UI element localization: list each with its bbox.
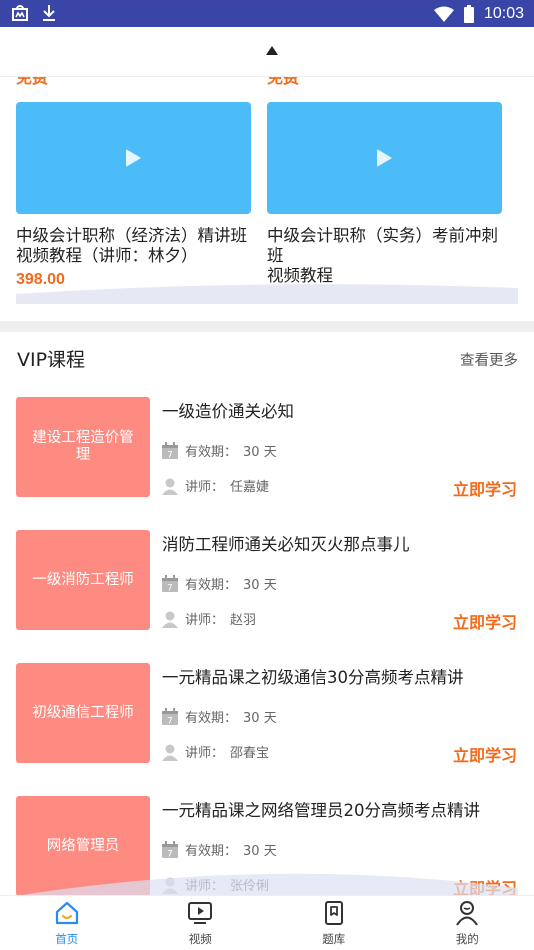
- course-title: 中级会计职称（实务）考前冲刺班 视频教程: [267, 226, 502, 286]
- profile-icon: [454, 900, 480, 926]
- free-course-card[interactable]: 中级会计职称（经济法）精讲班 视频教程（讲师：林夕） 398.00: [16, 102, 251, 289]
- course-cover[interactable]: 网络管理员: [16, 796, 150, 896]
- video-icon: [187, 900, 213, 926]
- course-teacher: 讲师：张伶俐: [161, 875, 269, 894]
- home-icon: [54, 900, 80, 926]
- study-now-button[interactable]: 立即学习: [453, 476, 517, 500]
- course-title: 一级造价通关必知: [162, 398, 294, 422]
- course-validity: 7 有效期：30 天: [161, 707, 277, 726]
- course-cover[interactable]: 初级通信工程师: [16, 663, 150, 763]
- svg-text:7: 7: [167, 716, 173, 726]
- user-icon: [161, 743, 179, 761]
- course-teacher: 讲师：任嘉婕: [161, 476, 269, 495]
- user-icon: [161, 610, 179, 628]
- collapse-up-icon[interactable]: [266, 46, 278, 55]
- course-validity: 7 有效期：30 天: [161, 574, 277, 593]
- svg-text:7: 7: [167, 849, 173, 859]
- course-cover[interactable]: 建设工程造价管理: [16, 397, 150, 497]
- vip-course-item[interactable]: 初级通信工程师 一元精品课之初级通信30分高频考点精讲 7 有效期：30 天 讲…: [0, 663, 534, 773]
- course-teacher: 讲师：邵春宝: [161, 742, 269, 761]
- play-icon: [377, 149, 392, 167]
- user-icon: [161, 876, 179, 894]
- study-now-button[interactable]: 立即学习: [453, 609, 517, 633]
- tab-label: 首页: [0, 931, 134, 947]
- free-course-card[interactable]: 中级会计职称（实务）考前冲刺班 视频教程 398.00: [267, 102, 502, 309]
- tab-label: 视频: [134, 931, 268, 947]
- course-teacher: 讲师：赵羽: [161, 609, 256, 628]
- tab-video[interactable]: 视频: [134, 896, 268, 950]
- tab-profile[interactable]: 我的: [401, 896, 534, 950]
- user-icon: [161, 477, 179, 495]
- study-now-button[interactable]: 立即学习: [453, 742, 517, 766]
- vip-course-item[interactable]: 一级消防工程师 消防工程师通关必知灭火那点事儿 7 有效期：30 天 讲师：赵羽…: [0, 530, 534, 640]
- wifi-icon: [434, 6, 454, 22]
- course-validity: 7 有效期：30 天: [161, 840, 277, 859]
- store-notification-icon: [10, 3, 30, 23]
- tab-home[interactable]: 首页: [0, 896, 134, 950]
- calendar-icon: 7: [161, 575, 179, 593]
- svg-text:7: 7: [167, 583, 173, 593]
- status-bar: 10:03: [0, 0, 534, 27]
- play-icon: [126, 149, 141, 167]
- calendar-icon: 7: [161, 708, 179, 726]
- section-divider: [0, 321, 534, 332]
- course-validity: 7 有效期：30 天: [161, 441, 277, 460]
- bottom-tab-bar: 首页 视频 题库 我的: [0, 895, 534, 950]
- vip-course-item[interactable]: 建设工程造价管理 一级造价通关必知 7 有效期：30 天 讲师：任嘉婕 立即学习: [0, 397, 534, 507]
- course-thumbnail[interactable]: [267, 102, 502, 214]
- course-title: 一元精品课之网络管理员20分高频考点精讲: [162, 797, 480, 821]
- section-title: VIP课程: [17, 345, 85, 372]
- calendar-icon: 7: [161, 442, 179, 460]
- course-cover[interactable]: 一级消防工程师: [16, 530, 150, 630]
- course-thumbnail[interactable]: [16, 102, 251, 214]
- view-more-link[interactable]: 查看更多: [460, 349, 518, 370]
- course-title: 一元精品课之初级通信30分高频考点精讲: [162, 664, 464, 688]
- course-title: 中级会计职称（经济法）精讲班 视频教程（讲师：林夕）: [16, 226, 251, 266]
- tab-question-bank[interactable]: 题库: [267, 896, 401, 950]
- download-icon: [40, 3, 58, 23]
- battery-icon: [464, 5, 474, 23]
- question-bank-icon: [321, 900, 347, 926]
- calendar-icon: 7: [161, 841, 179, 859]
- tab-label: 我的: [401, 931, 534, 947]
- collapse-bar[interactable]: [0, 27, 534, 77]
- vip-course-item[interactable]: 网络管理员 一元精品课之网络管理员20分高频考点精讲 7 有效期：30 天 讲师…: [0, 796, 534, 906]
- tab-label: 题库: [267, 931, 401, 947]
- decorative-wave: [16, 282, 518, 304]
- svg-text:7: 7: [167, 450, 173, 460]
- course-title: 消防工程师通关必知灭火那点事儿: [162, 531, 410, 555]
- status-time: 10:03: [484, 5, 524, 23]
